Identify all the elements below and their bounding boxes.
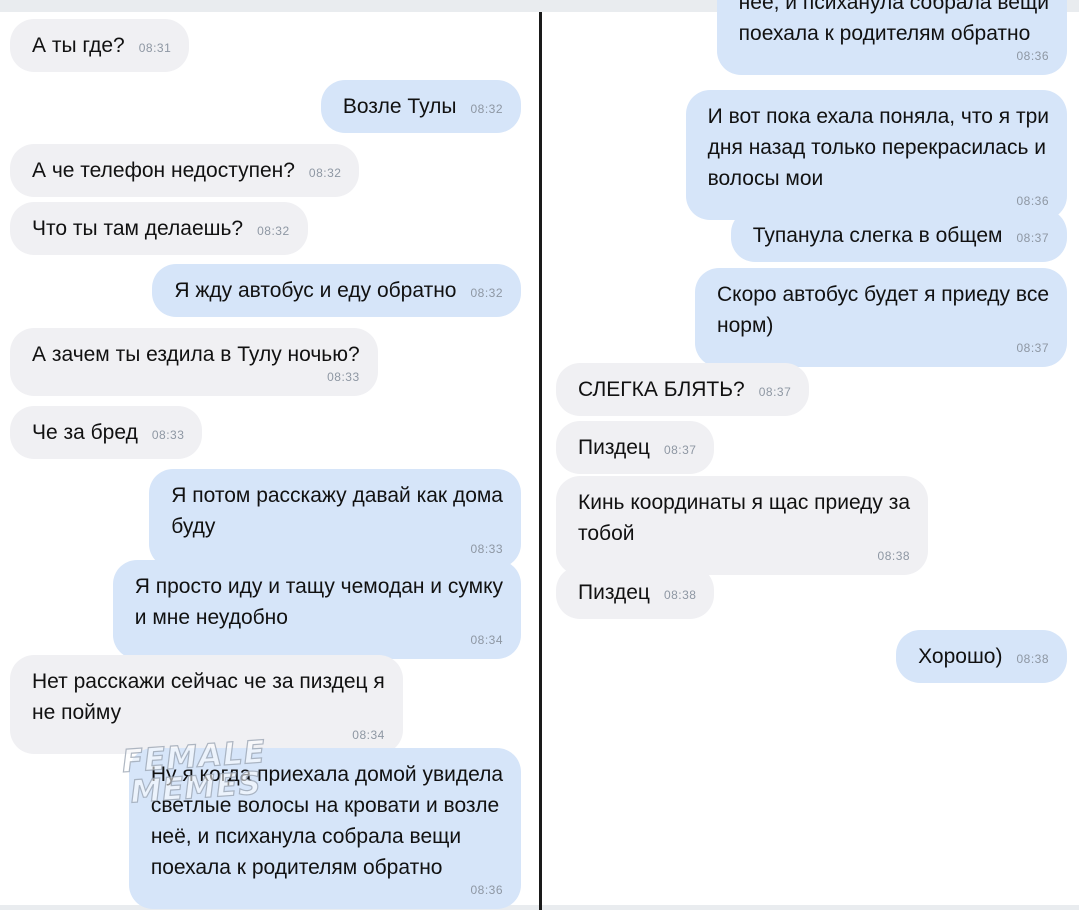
message-incoming[interactable]: Кинь координаты я щас приеду за тобой 08:… [556, 476, 929, 575]
message-text: Нет расскажи сейчас че за пиздец я не по… [32, 670, 385, 724]
message-time: 08:32 [470, 286, 503, 300]
message-incoming[interactable]: Что ты там делаешь? 08:32 [10, 202, 308, 255]
message-incoming[interactable]: СЛЕГКА БЛЯТЬ? 08:37 [556, 363, 810, 416]
message-time: 08:32 [308, 166, 342, 180]
chat-pane-right[interactable]: неё, и психанула собрала вещи поехала к … [542, 0, 1079, 910]
message-time: 08:32 [470, 102, 503, 116]
message-time: 08:33 [470, 542, 503, 556]
message-incoming[interactable]: А ты где? 08:31 [10, 19, 190, 72]
message-text: Я жду автобус и еду обратно [174, 279, 457, 302]
message-time: 08:32 [257, 224, 290, 238]
message-incoming[interactable]: Пиздец 08:38 [556, 566, 715, 619]
message-outgoing[interactable]: И вот пока ехала поняла, что я три дня н… [685, 90, 1067, 220]
message-text: А че телефон недоступен? [32, 159, 295, 182]
message-incoming[interactable]: Пиздец 08:37 [556, 421, 715, 474]
message-text: Кинь координаты я щас приеду за тобой [578, 491, 911, 545]
message-outgoing[interactable]: Возле Тулы 08:32 [320, 80, 521, 133]
message-text: А ты где? [32, 34, 125, 57]
message-time: 08:33 [151, 428, 185, 442]
message-text: И вот пока ехала поняла, что я три дня н… [707, 105, 1049, 190]
message-incoming[interactable]: А че телефон недоступен? 08:32 [10, 144, 360, 197]
message-text: Пиздец [578, 436, 650, 459]
message-text: СЛЕГКА БЛЯТЬ? [578, 378, 745, 401]
message-text: Возле Тулы [342, 95, 457, 118]
message-outgoing[interactable]: Я потом расскажу давай как дома буду 08:3… [149, 469, 521, 568]
message-outgoing[interactable]: Я жду автобус и еду обратно 08:32 [152, 264, 521, 317]
message-time: 08:37 [1016, 231, 1049, 245]
message-text: А зачем ты ездила в Тулу ночью? [32, 343, 360, 366]
message-outgoing[interactable]: Тупанула слегка в общем 08:37 [730, 209, 1067, 262]
message-time: 08:31 [138, 41, 172, 55]
message-text: Пиздец [578, 581, 650, 604]
message-text: Скоро автобус будет я приеду все норм) [716, 283, 1049, 337]
message-text: Хорошо) [918, 645, 1003, 668]
chat-pane-left[interactable]: А ты где? 08:31 Возле Тулы 08:32 А че теле… [0, 0, 539, 910]
message-outgoing[interactable]: Хорошо) 08:38 [896, 630, 1067, 683]
message-time: 08:38 [663, 588, 697, 602]
message-text: Что ты там делаешь? [32, 217, 244, 240]
message-text: Я потом расскажу давай как дома буду [171, 484, 503, 538]
message-time: 08:37 [663, 443, 697, 457]
message-incoming[interactable]: Че за бред 08:33 [10, 406, 203, 459]
message-time: 08:38 [1016, 652, 1049, 666]
message-outgoing[interactable]: Я просто иду и тащу чемодан и сумку и мн… [112, 560, 521, 659]
message-text: неё, и психанула собрала вещи поехала к … [738, 0, 1049, 45]
message-text: Че за бред [32, 421, 138, 444]
message-text: Я просто иду и тащу чемодан и сумку и мн… [134, 575, 503, 629]
message-text: Тупанула слегка в общем [752, 224, 1003, 247]
message-outgoing[interactable]: Скоро автобус будет я приеду все норм) 08… [694, 268, 1067, 367]
message-incoming[interactable]: А зачем ты ездила в Тулу ночью? 08:33 [10, 328, 378, 396]
message-time: 08:37 [758, 385, 792, 399]
message-outgoing[interactable]: неё, и психанула собрала вещи поехала к … [716, 0, 1067, 75]
